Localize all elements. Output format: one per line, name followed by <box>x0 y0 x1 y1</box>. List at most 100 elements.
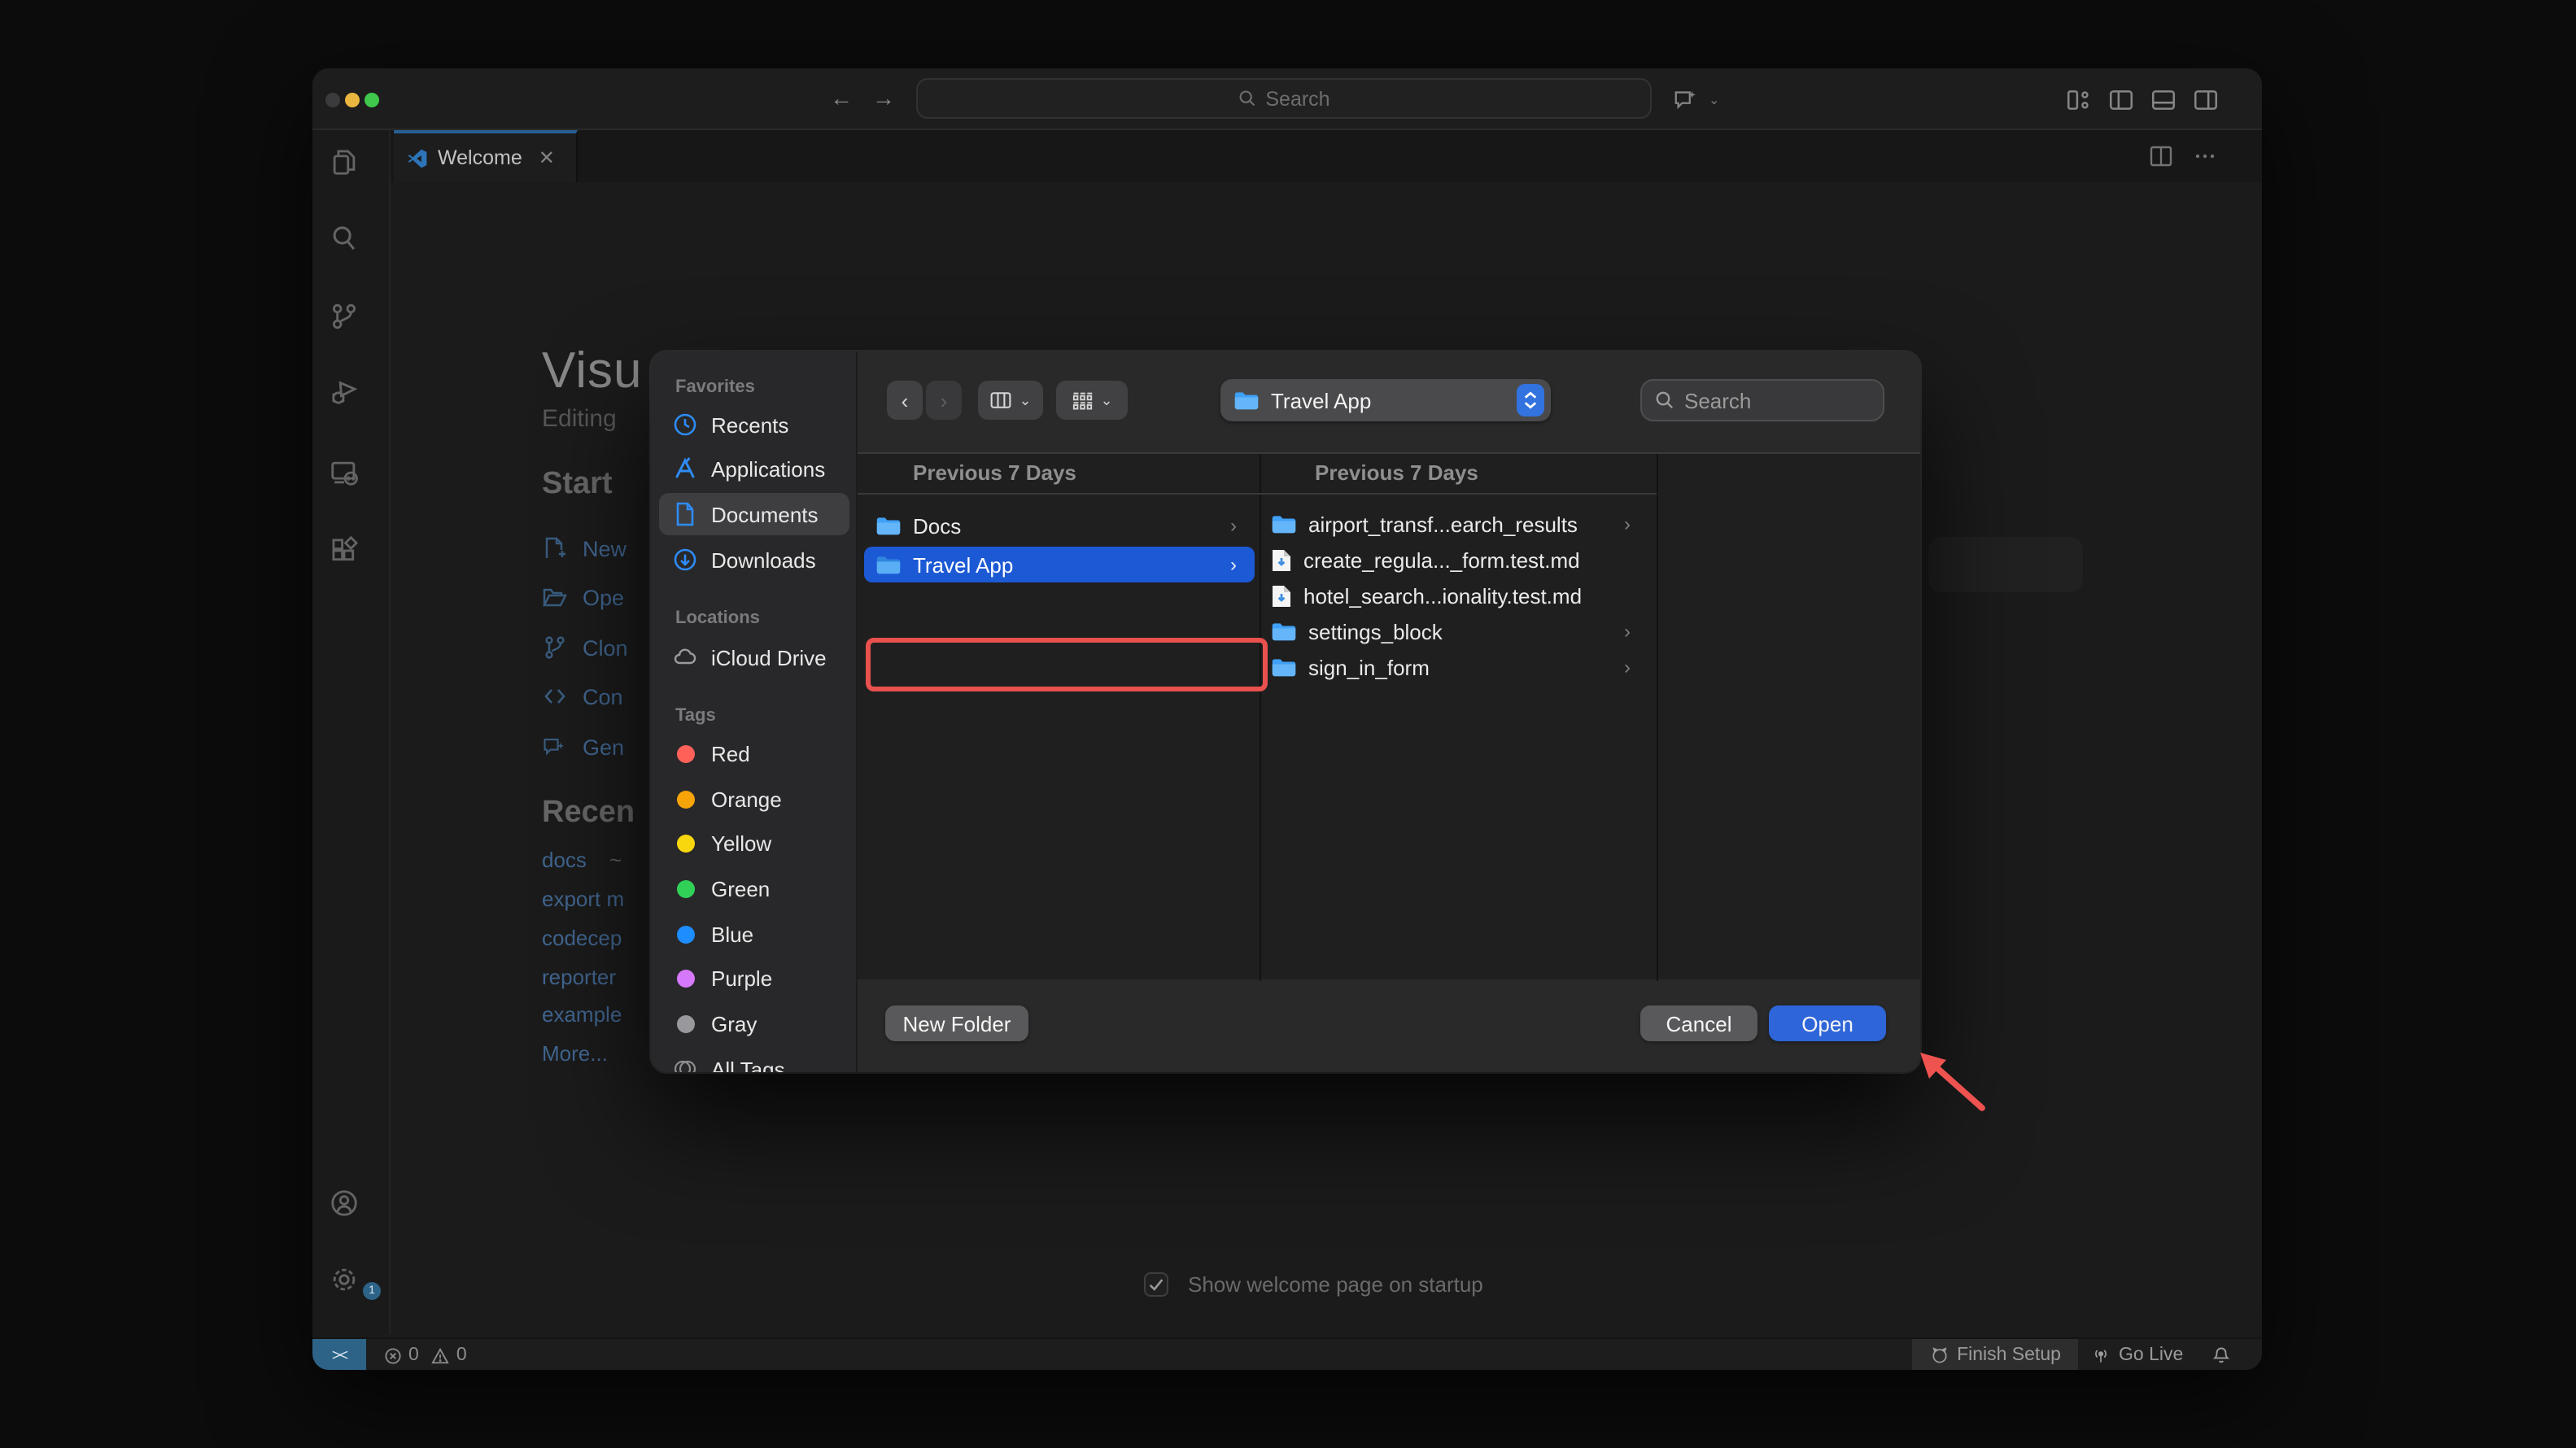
start-item-label: Gen <box>583 735 624 759</box>
chevron-up-icon <box>1523 390 1538 400</box>
start-generate[interactable]: Gen <box>542 731 624 763</box>
sidebar-tag-purple[interactable]: Purple <box>651 958 858 997</box>
sidebar-item-recents[interactable]: Recents <box>651 405 858 444</box>
sidebar-tag-blue[interactable]: Blue <box>651 914 858 953</box>
run-debug-icon[interactable] <box>329 377 360 408</box>
sidebar-item-documents[interactable]: Documents <box>651 495 858 534</box>
sidebar-item-applications[interactable]: Applications <box>651 449 858 488</box>
history-forward-button[interactable]: → <box>869 85 898 111</box>
go-live-status[interactable]: Go Live <box>2091 1339 2189 1370</box>
recent-link[interactable]: reporter <box>542 965 616 989</box>
group-by-button[interactable]: ⌄ <box>1056 381 1128 420</box>
file-row-create-regula-test[interactable]: create_regula..._form.test.md <box>1271 542 1637 578</box>
sidebar-item-label: Downloads <box>711 547 816 572</box>
explorer-icon[interactable] <box>329 146 360 177</box>
file-row-settings-block[interactable]: settings_block <box>1271 613 1637 649</box>
location-dropdown[interactable]: Travel App <box>1220 379 1551 421</box>
new-folder-button[interactable]: New Folder <box>885 1005 1028 1041</box>
source-control-icon[interactable] <box>329 301 360 332</box>
sidebar-tag-red[interactable]: Red <box>651 734 858 773</box>
column-view-button[interactable]: ⌄ <box>978 381 1043 420</box>
remote-indicator[interactable]: >< <box>312 1339 366 1370</box>
recent-link-more[interactable]: More... <box>542 1041 608 1066</box>
chevron-right-icon: › <box>1230 514 1237 537</box>
file-row-travel-app[interactable]: Travel App <box>875 547 1247 582</box>
dialog-forward-button[interactable]: › <box>926 381 962 420</box>
icloud-icon <box>672 644 698 670</box>
file-name: hotel_search...ionality.test.md <box>1303 583 1582 608</box>
toggle-panel-icon[interactable] <box>2150 86 2177 114</box>
welcome-card[interactable] <box>1928 537 2083 592</box>
locations-section-label: Locations <box>675 608 760 628</box>
sidebar-item-all-tags[interactable]: All Tags <box>651 1049 858 1072</box>
command-center-search[interactable]: Search <box>916 78 1652 119</box>
column-separator[interactable] <box>1657 454 1658 981</box>
start-item-label: Ope <box>583 585 624 609</box>
start-connect[interactable]: Con <box>542 680 623 713</box>
editor-actions-more-icon[interactable] <box>2192 143 2218 169</box>
history-back-button[interactable]: ← <box>827 85 856 111</box>
copilot-chevron-icon[interactable]: ⌄ <box>1709 93 1736 120</box>
recent-link[interactable]: example <box>542 1002 622 1027</box>
minimize-window-button[interactable] <box>345 93 360 107</box>
notifications-bell[interactable] <box>2211 1339 2238 1370</box>
column-view-icon <box>989 389 1012 412</box>
warning-count: 0 <box>456 1346 467 1365</box>
sidebar-item-icloud[interactable]: iCloud Drive <box>651 638 858 677</box>
titlebar: ← → Search ⌄ <box>312 68 2262 130</box>
column-separator[interactable] <box>1260 454 1261 981</box>
documents-icon <box>672 501 698 527</box>
sidebar-item-downloads[interactable]: Downloads <box>651 540 858 579</box>
recent-link-docs[interactable]: docs~ <box>542 848 622 872</box>
toggle-primary-sidebar-icon[interactable] <box>2107 86 2135 114</box>
sidebar-tag-orange[interactable]: Orange <box>651 779 858 818</box>
recent-link[interactable]: export m <box>542 887 624 911</box>
dialog-search-field[interactable]: Search <box>1640 379 1884 421</box>
start-new-file[interactable]: New <box>542 532 627 565</box>
zoom-window-button[interactable] <box>365 93 379 107</box>
search-icon[interactable] <box>329 223 360 254</box>
tab-welcome[interactable]: Welcome ✕ <box>394 130 578 182</box>
file-row-sign-in-form[interactable]: sign_in_form <box>1271 649 1637 685</box>
tag-dot <box>676 834 694 852</box>
file-row-docs[interactable]: Docs <box>875 508 1247 543</box>
settings-gear-icon[interactable]: 1 <box>329 1264 360 1295</box>
copilot-icon[interactable] <box>1673 86 1701 114</box>
tag-label: Green <box>711 876 770 901</box>
file-row-hotel-search-test[interactable]: hotel_search...ionality.test.md <box>1271 578 1637 613</box>
close-window-button[interactable] <box>325 93 340 107</box>
close-tab-icon[interactable]: ✕ <box>539 146 555 169</box>
startup-checkbox[interactable] <box>1144 1272 1168 1297</box>
account-icon[interactable] <box>329 1188 360 1219</box>
recent-link[interactable]: codecep <box>542 926 622 950</box>
column1-header: Previous 7 Days <box>913 454 1076 493</box>
toggle-secondary-sidebar-icon[interactable] <box>2192 86 2220 114</box>
finish-setup-status[interactable]: Finish Setup <box>1912 1339 2078 1370</box>
tag-dot <box>676 925 694 943</box>
open-button[interactable]: Open <box>1769 1005 1886 1041</box>
startup-checkbox-row: Show welcome page on startup <box>1144 1272 1483 1297</box>
file-row-airport-results[interactable]: airport_transf...earch_results <box>1271 506 1637 542</box>
start-clone[interactable]: Clon <box>542 631 628 664</box>
file-name: airport_transf...earch_results <box>1308 512 1578 536</box>
markdown-file-icon <box>1271 583 1292 608</box>
sidebar-item-label: All Tags <box>711 1057 785 1072</box>
sidebar-tag-yellow[interactable]: Yellow <box>651 823 858 862</box>
tag-label: Red <box>711 741 750 765</box>
customize-layout-icon[interactable] <box>2065 86 2093 114</box>
start-open[interactable]: Ope <box>542 581 624 613</box>
dropdown-stepper[interactable] <box>1517 384 1544 417</box>
extensions-icon[interactable] <box>329 535 360 566</box>
remote-explorer-icon[interactable] <box>329 457 360 488</box>
vscode-logo-icon <box>407 147 428 168</box>
sidebar-tag-green[interactable]: Green <box>651 869 858 908</box>
column2-header: Previous 7 Days <box>1315 454 1478 493</box>
sidebar-tag-gray[interactable]: Gray <box>651 1004 858 1043</box>
split-editor-icon[interactable] <box>2148 143 2174 169</box>
cancel-button[interactable]: Cancel <box>1640 1005 1757 1041</box>
file-name: Docs <box>913 513 961 538</box>
dialog-back-button[interactable]: ‹ <box>887 381 923 420</box>
error-count: 0 <box>408 1346 419 1365</box>
problems-status[interactable]: 0 0 <box>384 1339 467 1370</box>
start-heading: Start <box>542 467 613 503</box>
